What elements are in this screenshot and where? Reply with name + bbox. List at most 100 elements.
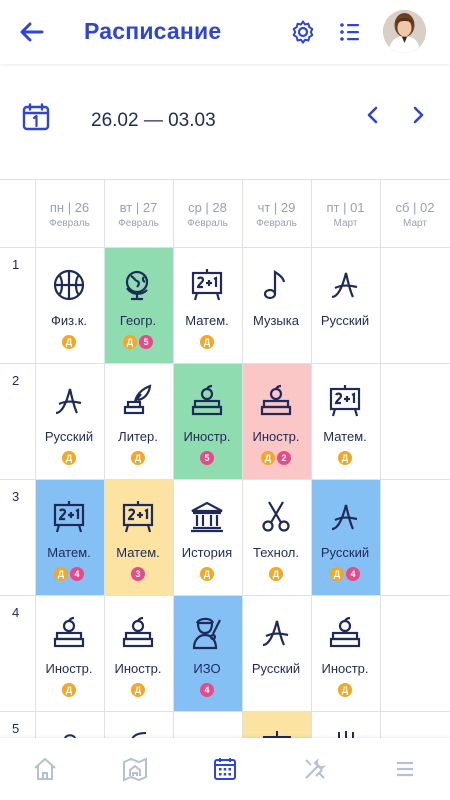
back-arrow-icon[interactable]: [18, 18, 46, 46]
chevron-right-icon[interactable]: [407, 104, 429, 126]
lesson-cell[interactable]: Матем. Д: [311, 363, 379, 478]
chalkboard-math-icon: [191, 269, 223, 301]
lesson-cell[interactable]: Русский: [311, 247, 379, 362]
school-icon[interactable]: [122, 756, 148, 782]
quill-inkwell-icon: [123, 384, 152, 415]
lesson-cell[interactable]: Геогр. Д5: [104, 247, 172, 362]
grade-badge: 4: [346, 567, 360, 581]
lesson-number: 3: [12, 489, 20, 504]
lesson-name: Русский: [320, 545, 370, 560]
bottom-nav: [0, 738, 450, 800]
homework-badge: Д: [338, 451, 352, 465]
page-title: Расписание: [84, 18, 222, 44]
letter-a-icon: [55, 388, 82, 415]
day-header: ср | 28 Февраль: [187, 200, 228, 229]
lesson-cell[interactable]: Иностр. Д2: [242, 363, 310, 478]
basketball-icon: [53, 269, 85, 301]
lesson-number: 4: [12, 605, 20, 620]
lesson-name: Музыка: [253, 313, 299, 328]
list-icon[interactable]: [337, 19, 363, 45]
homework-badge: Д: [131, 451, 145, 465]
calendar-icon[interactable]: [22, 103, 50, 131]
homework-badge: Д: [123, 335, 137, 349]
lesson-name: Технол.: [253, 545, 299, 560]
homework-badge: Д: [338, 683, 352, 697]
lesson-name: Физ.к.: [50, 313, 88, 328]
letter-a-icon: [331, 272, 358, 299]
lesson-name: Матем.: [185, 313, 229, 328]
grade-badge: 5: [139, 335, 153, 349]
week-selector: 26.02 — 03.03: [0, 64, 450, 179]
lesson-name: Иностр.: [183, 429, 231, 444]
lesson-cell[interactable]: ИЗО 4: [173, 595, 241, 710]
homework-badge: Д: [269, 567, 283, 581]
homework-badge: Д: [261, 451, 275, 465]
letter-a-icon: [331, 504, 358, 531]
books-apple-icon: [260, 384, 292, 416]
globe-icon: [125, 270, 149, 301]
lesson-name: Матем.: [116, 545, 160, 560]
chalkboard-math-icon: [53, 501, 85, 533]
chevron-left-icon[interactable]: [362, 104, 384, 126]
letter-a-icon: [262, 620, 289, 647]
lesson-name: Матем.: [47, 545, 91, 560]
lesson-cell[interactable]: Иностр. Д: [311, 595, 379, 710]
chalkboard-math-icon: [122, 501, 154, 533]
calendar-tab-icon[interactable]: [212, 756, 238, 782]
homework-badge: Д: [62, 451, 76, 465]
scissors-icon: [262, 501, 290, 532]
homework-badge: Д: [131, 683, 145, 697]
grade-badge: 2: [277, 451, 291, 465]
lesson-cell[interactable]: Иностр. 5: [173, 363, 241, 478]
lesson-cell[interactable]: Русский Д4: [311, 479, 379, 594]
homework-badge: Д: [200, 335, 214, 349]
lesson-name: Иностр.: [45, 661, 93, 676]
grade-badge: 4: [70, 567, 84, 581]
lesson-cell[interactable]: Русский Д: [35, 363, 103, 478]
lesson-name: История: [181, 545, 233, 560]
lesson-cell[interactable]: Литер. Д: [104, 363, 172, 478]
day-header: пн | 26 Февраль: [49, 200, 90, 229]
menu-icon[interactable]: [392, 756, 418, 782]
music-note-icon: [263, 269, 286, 300]
lesson-name: Геогр.: [119, 313, 157, 328]
day-header: вт | 27 Февраль: [118, 200, 159, 229]
lesson-cell[interactable]: Матем. Д: [173, 247, 241, 362]
lesson-cell[interactable]: Матем. 3: [104, 479, 172, 594]
artist-palette-icon: [192, 617, 221, 650]
lesson-cell[interactable]: Технол. Д: [242, 479, 310, 594]
homework-badge: Д: [62, 683, 76, 697]
schedule-grid: пн | 26 Февраль вт | 27 Февраль ср | 28 Фев…: [0, 179, 450, 739]
lesson-name: Иностр.: [321, 661, 369, 676]
lesson-cell[interactable]: Русский: [242, 595, 310, 710]
books-apple-icon: [329, 616, 361, 648]
lesson-cell[interactable]: Музыка: [242, 247, 310, 362]
lesson-number: 1: [12, 257, 20, 272]
lesson-name: Иностр.: [252, 429, 300, 444]
home-icon[interactable]: [32, 756, 58, 782]
lesson-name: Русский: [44, 429, 94, 444]
lesson-cell[interactable]: Иностр. Д: [104, 595, 172, 710]
homework-badge: Д: [330, 567, 344, 581]
lesson-number: 5: [12, 721, 20, 736]
grade-badge: 5: [200, 451, 214, 465]
lesson-cell[interactable]: Иностр. Д: [35, 595, 103, 710]
homework-badge: Д: [200, 567, 214, 581]
grade-badge: 4: [200, 683, 214, 697]
lesson-cell[interactable]: История Д: [173, 479, 241, 594]
museum-icon: [191, 501, 223, 533]
books-apple-icon: [122, 616, 154, 648]
gear-icon[interactable]: [290, 19, 316, 45]
lesson-name: Русский: [320, 313, 370, 328]
lesson-name: Иностр.: [114, 661, 162, 676]
homework-badge: Д: [54, 567, 68, 581]
books-apple-icon: [53, 616, 85, 648]
lesson-name: ИЗО: [193, 661, 221, 676]
lesson-cell[interactable]: Матем. Д4: [35, 479, 103, 594]
user-avatar[interactable]: [383, 10, 426, 53]
chalkboard-math-icon: [329, 385, 361, 417]
tools-icon[interactable]: [302, 756, 328, 782]
app-header: Расписание: [0, 0, 450, 64]
day-header: сб | 02 Март: [395, 200, 435, 229]
lesson-cell[interactable]: Физ.к. Д: [35, 247, 103, 362]
